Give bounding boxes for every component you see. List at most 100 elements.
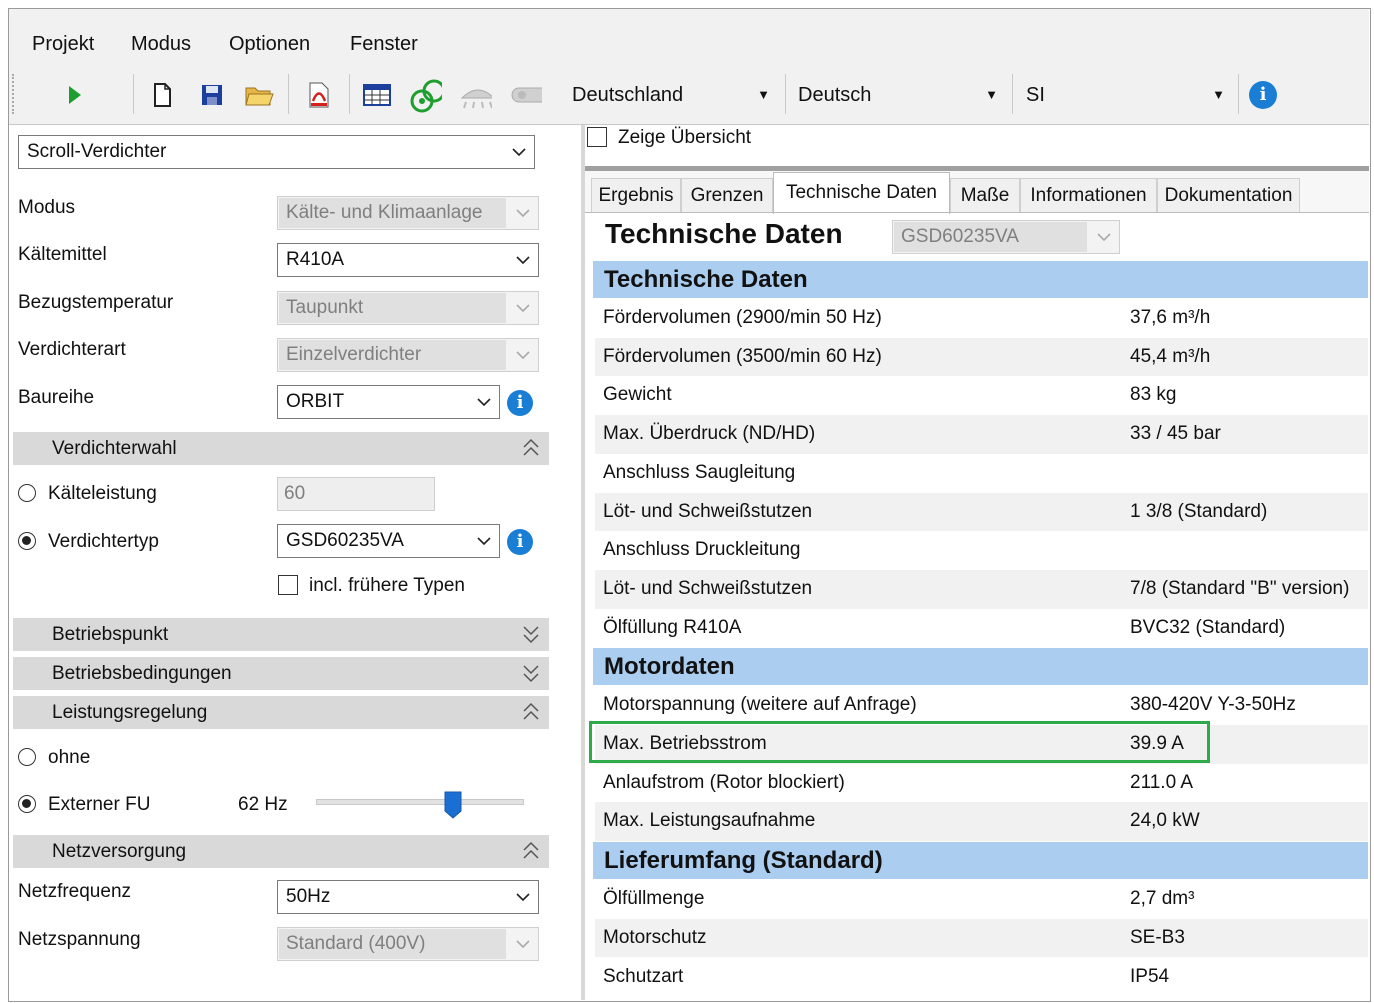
verdichtertyp-select[interactable]: GSD60235VA	[277, 524, 500, 558]
country-select[interactable]: Deutschland ▼	[566, 76, 778, 114]
menu-optionen[interactable]: Optionen	[229, 33, 310, 56]
row-value: BVC32 (Standard)	[1130, 616, 1286, 638]
row-key: Ölfüllmenge	[603, 888, 705, 910]
unit-cooler-icon[interactable]	[458, 78, 492, 112]
language-select[interactable]: Deutsch ▼	[792, 76, 1006, 114]
netzspannung-select[interactable]: Standard (400V)	[277, 927, 539, 961]
condensing-unit-icon[interactable]	[508, 78, 542, 112]
kaeltemittel-value: R410A	[286, 249, 345, 270]
table-row: Motorspannung (weitere auf Anfrage) 380-4…	[595, 686, 1368, 725]
zeige-uebersicht-checkbox[interactable]	[587, 127, 607, 147]
externer-fu-radio[interactable]	[18, 795, 36, 813]
row-value: 380-420V Y-3-50Hz	[1130, 694, 1296, 716]
table-row: Schutzart IP54	[595, 958, 1368, 997]
baureihe-select[interactable]: ORBIT	[277, 385, 500, 419]
compressor-kind-select[interactable]: Scroll-Verdichter	[18, 135, 535, 169]
table-row: Ölfüllmenge 2,7 dm³	[595, 880, 1368, 919]
table-row: Anschluss Saugleitung	[595, 454, 1368, 493]
modus-select[interactable]: Kälte- und Klimaanlage	[277, 196, 539, 230]
compressor-kind-value: Scroll-Verdichter	[27, 141, 167, 162]
table-row: Fördervolumen (3500/min 60 Hz) 45,4 m³/h	[595, 337, 1368, 377]
frequency-slider-track[interactable]	[316, 799, 524, 805]
row-key: Fördervolumen (3500/min 60 Hz)	[603, 345, 882, 367]
frequency-slider-thumb[interactable]	[444, 791, 462, 819]
tab-technische-daten[interactable]: Technische Daten	[773, 172, 950, 214]
panel-splitter[interactable]	[581, 125, 585, 1000]
row-key: Anschluss Druckleitung	[603, 539, 801, 561]
toolbar-separator	[1238, 74, 1239, 114]
menu-projekt[interactable]: Projekt	[32, 33, 94, 56]
run-icon[interactable]	[58, 78, 92, 112]
section-betriebspunkt[interactable]: Betriebspunkt	[13, 618, 549, 651]
row-value: 1 3/8 (Standard)	[1130, 500, 1268, 522]
row-key: Fördervolumen (2900/min 50 Hz)	[603, 307, 882, 328]
menu-modus[interactable]: Modus	[131, 33, 191, 56]
refrigerant-cycle-icon[interactable]	[408, 78, 442, 113]
section-title: Betriebsbedingungen	[52, 663, 232, 684]
netzfrequenz-label: Netzfrequenz	[18, 881, 132, 902]
tab-informationen[interactable]: Informationen	[1020, 178, 1157, 212]
row-value: 7/8 (Standard "B" version)	[1130, 577, 1350, 599]
table-row: Max. Überdruck (ND/HD) 33 / 45 bar	[595, 415, 1368, 454]
expand-icon	[523, 626, 539, 644]
ohne-label: ohne	[48, 747, 91, 768]
expand-icon	[523, 665, 539, 683]
section-title: Verdichterwahl	[52, 438, 177, 459]
section-betriebsbedingungen[interactable]: Betriebsbedingungen	[13, 657, 549, 690]
externer-fu-label: Externer FU	[48, 794, 151, 815]
row-key: Max. Überdruck (ND/HD)	[603, 423, 816, 445]
collapse-icon	[523, 841, 539, 859]
table-row: Anschluss Druckleitung	[595, 531, 1368, 570]
row-key: Motorschutz	[603, 926, 707, 948]
section-netzversorgung[interactable]: Netzversorgung	[13, 835, 549, 868]
highlight-box	[589, 721, 1210, 763]
model-select[interactable]: GSD60235VA	[892, 220, 1120, 254]
netzfrequenz-value: 50Hz	[286, 886, 331, 907]
table-row: Anlaufstrom (Rotor blockiert) 211.0 A	[595, 764, 1368, 803]
table-row: Löt- und Schweißstutzen 7/8 (Standard "B"…	[595, 569, 1368, 609]
verdichtertyp-label: Verdichtertyp	[48, 531, 159, 552]
verdichtertyp-radio[interactable]	[18, 532, 36, 550]
row-key: Motorspannung (weitere auf Anfrage)	[603, 694, 917, 716]
group-header: Motordaten	[593, 648, 1368, 686]
tab-grenzen[interactable]: Grenzen	[681, 178, 773, 212]
baureihe-value: ORBIT	[286, 391, 345, 412]
section-leistungsregelung[interactable]: Leistungsregelung	[13, 696, 549, 729]
menu-fenster[interactable]: Fenster	[350, 33, 418, 56]
table-row: Motorschutz SE-B3	[595, 918, 1368, 958]
section-title: Betriebspunkt	[52, 624, 169, 645]
new-file-icon[interactable]	[145, 78, 179, 112]
netzfrequenz-select[interactable]: 50Hz	[277, 880, 539, 914]
tab-ergebnis[interactable]: Ergebnis	[591, 178, 681, 212]
baureihe-info-icon[interactable]: i	[507, 390, 533, 416]
country-value: Deutschland	[572, 84, 684, 106]
tab-dokumentation[interactable]: Dokumentation	[1157, 178, 1300, 212]
ohne-radio[interactable]	[18, 748, 36, 766]
row-value: 211.0 A	[1130, 771, 1194, 793]
section-verdichterwahl[interactable]: Verdichterwahl	[13, 432, 549, 465]
row-value: 45,4 m³/h	[1130, 345, 1211, 367]
row-key: Löt- und Schweißstutzen	[603, 500, 813, 522]
table-row: Max. Leistungsaufnahme 24,0 kW	[595, 802, 1368, 842]
kaeltemittel-select[interactable]: R410A	[277, 243, 539, 277]
bezugstemperatur-select[interactable]: Taupunkt	[277, 291, 539, 325]
chevron-down-icon	[477, 537, 491, 546]
pdf-icon[interactable]	[302, 78, 336, 112]
table-icon[interactable]	[360, 78, 394, 112]
kaelteleistung-input[interactable]: 60	[277, 477, 435, 511]
row-key: Anlaufstrom (Rotor blockiert)	[603, 771, 845, 793]
kaelteleistung-radio[interactable]	[18, 484, 36, 502]
incl-fruehere-typen-checkbox[interactable]	[278, 575, 298, 595]
table-row: Fördervolumen (2900/min 50 Hz) 37,6 m³/h	[595, 299, 1368, 338]
dropdown-arrow-icon: ▼	[757, 87, 770, 102]
verdichtertyp-info-icon[interactable]: i	[507, 529, 533, 555]
baureihe-label: Baureihe	[18, 387, 95, 408]
info-icon[interactable]: i	[1249, 81, 1277, 109]
units-select[interactable]: SI ▼	[1020, 76, 1233, 114]
verdichterart-select[interactable]: Einzelverdichter	[277, 338, 539, 372]
tab-masse[interactable]: Maße	[950, 178, 1020, 212]
row-value: 83 kg	[1130, 384, 1177, 406]
row-key: Anschluss Saugleitung	[603, 461, 796, 483]
open-folder-icon[interactable]	[242, 78, 276, 112]
save-icon[interactable]	[195, 78, 229, 112]
